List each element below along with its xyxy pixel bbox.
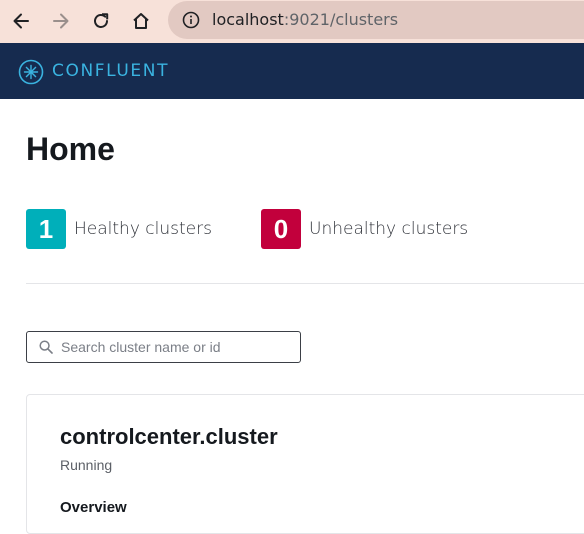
search-icon: [39, 340, 53, 354]
confluent-logo-icon[interactable]: [18, 59, 44, 85]
cluster-card[interactable]: controlcenter.cluster Running Overview: [26, 394, 584, 534]
reload-icon: [94, 13, 109, 28]
page-title: Home: [26, 131, 115, 167]
forward-button[interactable]: [48, 8, 74, 34]
cluster-status: Running: [60, 457, 113, 473]
back-button[interactable]: [8, 8, 34, 34]
home-button[interactable]: [128, 8, 154, 34]
url-host: localhost: [212, 10, 284, 29]
back-arrow-icon: [13, 13, 29, 29]
forward-arrow-icon: [53, 13, 69, 29]
url-text[interactable]: localhost:9021/clusters: [212, 10, 398, 30]
reload-button[interactable]: [88, 8, 114, 34]
cluster-search-box[interactable]: [26, 331, 301, 363]
unhealthy-clusters-summary: 0 Unhealthy clusters: [261, 209, 468, 249]
cluster-search-input[interactable]: [61, 336, 293, 358]
unhealthy-clusters-label: Unhealthy clusters: [309, 219, 469, 239]
healthy-clusters-summary: 1 Healthy clusters: [26, 209, 212, 249]
address-bar[interactable]: localhost:9021/clusters: [168, 1, 584, 39]
healthy-count-badge: 1: [26, 209, 66, 249]
divider: [26, 283, 584, 284]
url-path: :9021/clusters: [283, 10, 399, 29]
unhealthy-count-badge: 0: [261, 209, 301, 249]
home-icon: [133, 13, 149, 29]
brand-name[interactable]: CONFLUENT: [52, 60, 169, 82]
cluster-name[interactable]: controlcenter.cluster: [60, 423, 278, 451]
app-header: CONFLUENT: [0, 43, 584, 99]
browser-toolbar: localhost:9021/clusters: [0, 0, 584, 43]
info-icon[interactable]: [182, 11, 200, 29]
cluster-section-heading: Overview: [60, 499, 127, 516]
healthy-clusters-label: Healthy clusters: [74, 219, 212, 239]
